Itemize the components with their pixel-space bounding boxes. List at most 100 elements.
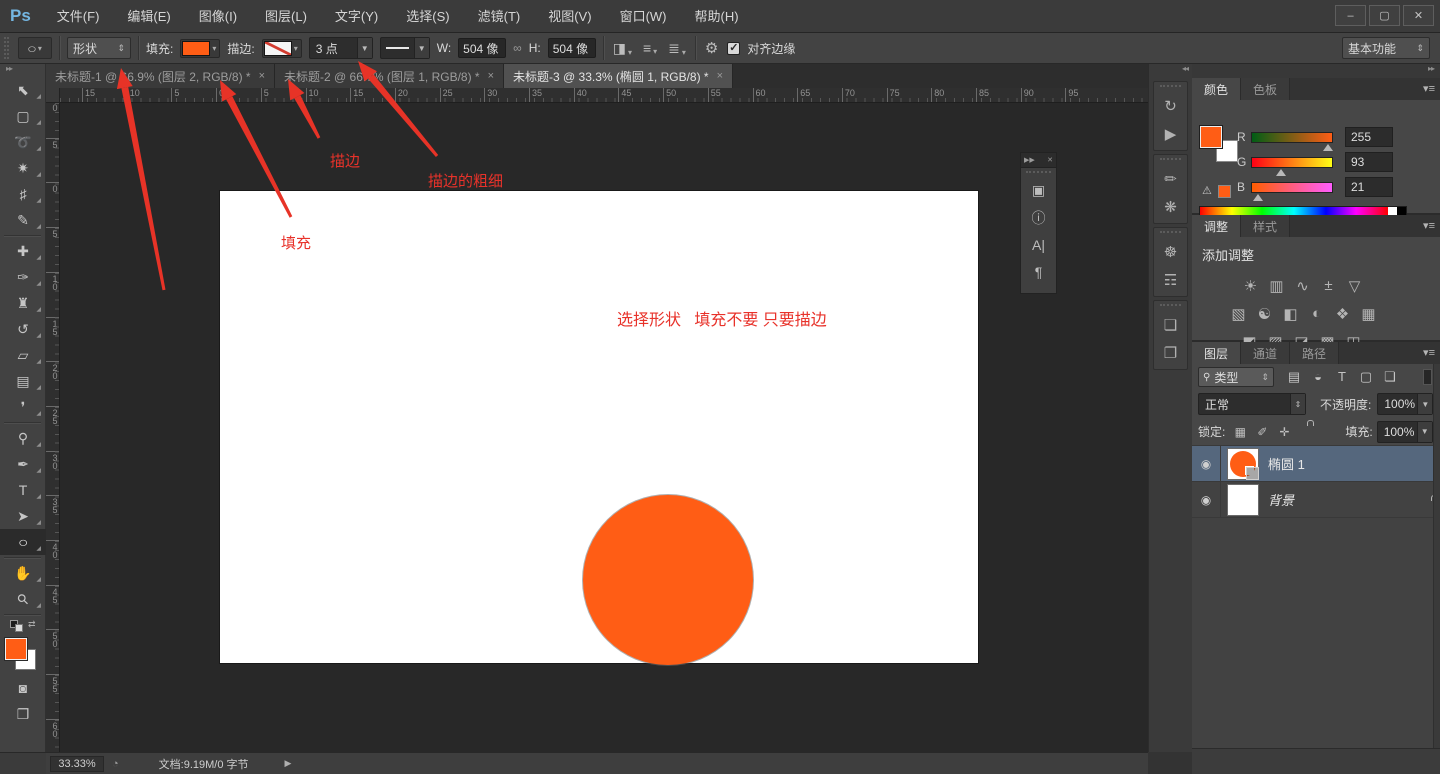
- levels-icon[interactable]: ▥: [1268, 277, 1285, 295]
- quick-mask-button[interactable]: ◙: [0, 675, 46, 701]
- vertical-ruler[interactable]: 105051015202530354045505560: [46, 103, 60, 752]
- channel-slider-track[interactable]: [1251, 157, 1333, 168]
- marquee-tool[interactable]: ▢◢: [0, 103, 46, 129]
- properties-panel-icon[interactable]: ❐: [1154, 339, 1187, 367]
- gear-icon[interactable]: ⚙: [703, 39, 720, 57]
- curves-icon[interactable]: ∿: [1294, 277, 1311, 295]
- shape-height-field[interactable]: 504 像: [548, 38, 596, 58]
- shape-width-field[interactable]: 504 像: [458, 38, 506, 58]
- stroke-swatch-button[interactable]: ▾: [262, 39, 302, 58]
- document-canvas[interactable]: [220, 191, 978, 663]
- layer-thumbnail[interactable]: [1227, 448, 1259, 480]
- photo-filter-icon[interactable]: ◐: [1308, 305, 1325, 323]
- minimize-button[interactable]: –: [1335, 5, 1366, 26]
- history-brush-tool[interactable]: ↺◢: [0, 316, 46, 342]
- slider-handle[interactable]: [1253, 194, 1263, 201]
- blur-tool[interactable]: ❜◢: [0, 394, 46, 420]
- hue-saturation-icon[interactable]: ▧: [1230, 305, 1247, 323]
- ruler-origin-corner[interactable]: [46, 88, 60, 103]
- foreground-color-swatch[interactable]: [5, 638, 27, 660]
- menu-item-2[interactable]: 图像(I): [185, 0, 251, 33]
- color-balance-icon[interactable]: ☯: [1256, 305, 1273, 323]
- horizontal-ruler[interactable]: 1510505101520253035404550556065707580859…: [60, 88, 1148, 103]
- color-tab-颜色[interactable]: 颜色: [1192, 78, 1241, 100]
- lock-transparent-pixels-icon[interactable]: ▦: [1229, 425, 1251, 439]
- clone-source-panel-icon[interactable]: ☸: [1154, 238, 1187, 266]
- channel-value-field[interactable]: 21: [1345, 177, 1393, 197]
- adjustments-tab-调整[interactable]: 调整: [1192, 215, 1241, 237]
- character-styles-panel-icon[interactable]: ▣: [1021, 177, 1056, 204]
- close-icon[interactable]: ×: [488, 70, 494, 82]
- layers-tab-图层[interactable]: 图层: [1192, 342, 1241, 364]
- pen-tool[interactable]: ✒◢: [0, 451, 46, 477]
- color-wells[interactable]: [0, 635, 45, 675]
- type-tool[interactable]: T◢: [0, 477, 46, 503]
- channel-slider-track[interactable]: [1251, 182, 1333, 193]
- lock-all-icon[interactable]: [1295, 425, 1317, 439]
- panel-grip[interactable]: [1160, 85, 1181, 90]
- brush-presets-panel-icon[interactable]: ❋: [1154, 193, 1187, 221]
- panel-menu-icon[interactable]: ▾≡: [1423, 346, 1435, 359]
- fill-swatch-button[interactable]: ▾: [180, 39, 220, 58]
- filter-smart-objects-icon[interactable]: ❏: [1378, 369, 1402, 385]
- ellipse-shape[interactable]: [583, 495, 753, 665]
- panel-grip[interactable]: [1160, 304, 1181, 309]
- menu-item-7[interactable]: 视图(V): [534, 0, 605, 33]
- options-grip[interactable]: [4, 37, 9, 59]
- zoom-tool[interactable]: ⚲◢: [0, 586, 46, 612]
- path-selection-tool[interactable]: ➤◢: [0, 503, 46, 529]
- histogram-panel-icon[interactable]: ☶: [1154, 266, 1187, 294]
- eyedropper-tool[interactable]: ✎◢: [0, 207, 46, 233]
- info-panel-icon[interactable]: ⓘ: [1021, 204, 1056, 231]
- panel-menu-icon[interactable]: ▾≡: [1423, 219, 1435, 232]
- panel-grip[interactable]: [1160, 231, 1181, 236]
- close-icon[interactable]: ×: [259, 70, 265, 82]
- panel-menu-icon[interactable]: ▾≡: [1423, 82, 1435, 95]
- menu-item-0[interactable]: 文件(F): [43, 0, 114, 33]
- black-white-icon[interactable]: ◧: [1282, 305, 1299, 323]
- brush-tool[interactable]: ✑◢: [0, 264, 46, 290]
- gamut-swatch[interactable]: [1218, 185, 1231, 198]
- gradient-tool[interactable]: ▤◢: [0, 368, 46, 394]
- brightness-contrast-icon[interactable]: ☀: [1242, 277, 1259, 295]
- status-flyout-button[interactable]: ▶: [285, 758, 292, 769]
- slider-handle[interactable]: [1323, 144, 1333, 151]
- layer-row-背景[interactable]: ◉背景: [1192, 482, 1440, 518]
- menu-item-9[interactable]: 帮助(H): [681, 0, 753, 33]
- layer-thumbnail[interactable]: [1227, 484, 1259, 516]
- collapse-panel-icon[interactable]: ▶▶: [1024, 156, 1035, 164]
- move-tool[interactable]: ⬉◢: [0, 77, 46, 103]
- clone-stamp-tool[interactable]: ♜◢: [0, 290, 46, 316]
- maximize-button[interactable]: ▢: [1369, 5, 1400, 26]
- document-tab-2[interactable]: 未标题-2 @ 66.7% (图层 1, RGB/8) *×: [275, 64, 504, 88]
- zoom-level-field[interactable]: 33.33%: [50, 756, 104, 772]
- channel-value-field[interactable]: 255: [1345, 127, 1393, 147]
- healing-brush-tool[interactable]: ✚◢: [0, 238, 46, 264]
- channel-mixer-icon[interactable]: ❖: [1334, 305, 1351, 323]
- vibrance-icon[interactable]: ▽: [1346, 277, 1363, 295]
- info-docs-panel-icon[interactable]: ❏: [1154, 311, 1187, 339]
- blend-mode-select[interactable]: 正常 ⇕: [1198, 393, 1306, 415]
- default-swap-colors[interactable]: ⇄: [0, 617, 45, 635]
- layers-tab-路径[interactable]: 路径: [1290, 342, 1339, 364]
- channel-slider-track[interactable]: [1251, 132, 1333, 143]
- opacity-field[interactable]: 100% ▼: [1377, 393, 1433, 415]
- exposure-icon[interactable]: ±: [1320, 277, 1337, 295]
- ellipse-tool[interactable]: ○◢: [0, 529, 46, 555]
- menu-item-8[interactable]: 窗口(W): [606, 0, 681, 33]
- tool-mode-select[interactable]: 形状 ⇕: [67, 37, 131, 59]
- layers-tab-通道[interactable]: 通道: [1241, 342, 1290, 364]
- dock-resize-bar[interactable]: [1192, 748, 1440, 774]
- layer-fill-field[interactable]: 100% ▼: [1377, 421, 1433, 443]
- current-tool-preset[interactable]: ○ ▾: [18, 37, 52, 59]
- path-alignment-button[interactable]: ≡▾: [641, 40, 659, 56]
- close-button[interactable]: ✕: [1403, 5, 1434, 26]
- menu-item-1[interactable]: 编辑(E): [113, 0, 184, 33]
- layers-scrollbar[interactable]: [1433, 364, 1440, 748]
- eraser-tool[interactable]: ▱◢: [0, 342, 46, 368]
- visibility-eye-icon[interactable]: ◉: [1192, 482, 1221, 517]
- adjustments-tab-样式[interactable]: 样式: [1241, 215, 1290, 237]
- lasso-tool[interactable]: ➰◢: [0, 129, 46, 155]
- collapse-dock-chevron[interactable]: ▸▸: [1192, 64, 1440, 78]
- close-panel-icon[interactable]: ✕: [1047, 156, 1053, 164]
